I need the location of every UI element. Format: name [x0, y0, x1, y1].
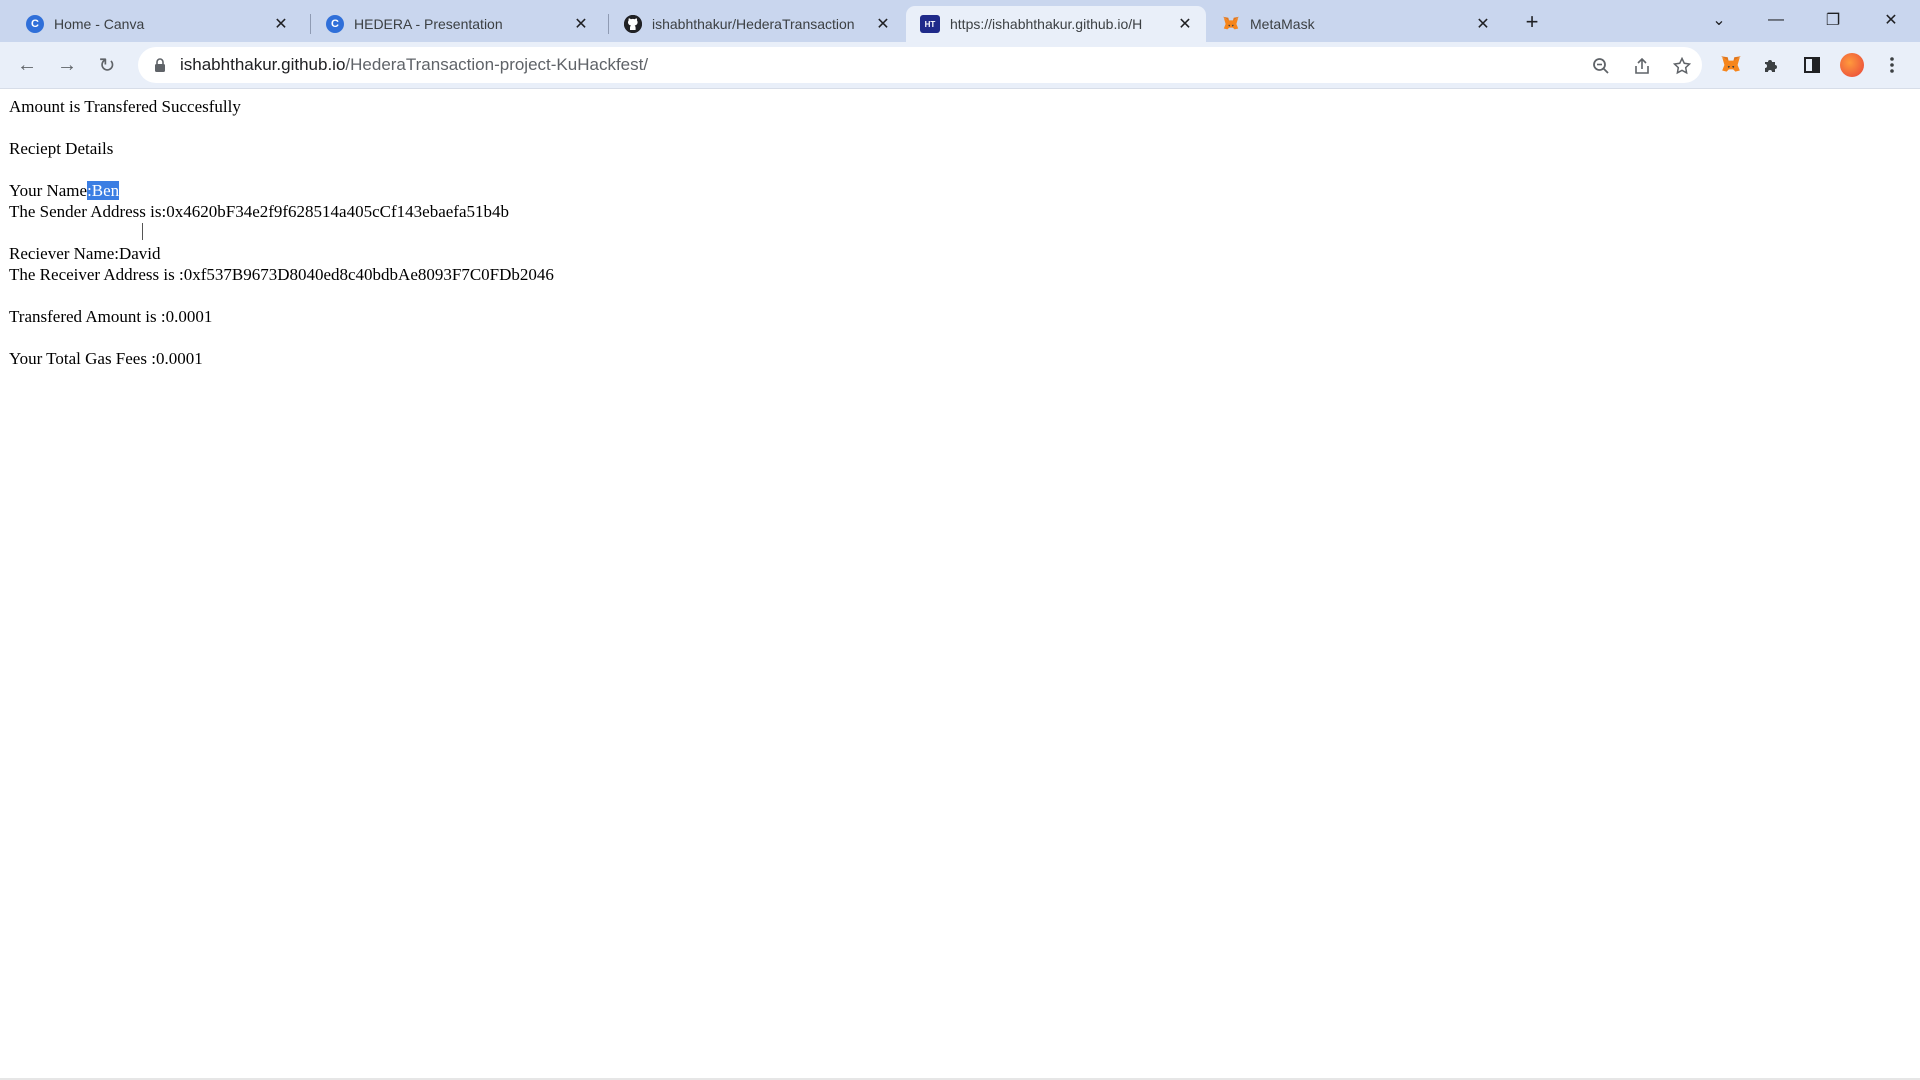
receiver-name-line: Reciever Name:David — [9, 243, 1889, 264]
text-cursor — [142, 223, 143, 240]
ht-icon: HT — [920, 15, 940, 33]
lock-icon[interactable] — [152, 57, 168, 73]
tab-home-canva[interactable]: C Home - Canva ✕ — [12, 6, 302, 42]
tab-title: HEDERA - Presentation — [354, 16, 503, 32]
your-name-line: Your Name:Ben — [9, 180, 1889, 201]
side-panel-icon[interactable] — [1800, 53, 1824, 77]
tab-strip: C Home - Canva ✕ C HEDERA - Presentation… — [0, 0, 1920, 42]
close-window-button[interactable]: ✕ — [1868, 0, 1914, 40]
url-host: ishabhthakur.github.io — [180, 55, 346, 74]
receiver-address-line: The Receiver Address is :0xf537B9673D804… — [9, 264, 1889, 285]
tab-search-chevron-icon[interactable]: ⌄ — [1696, 0, 1742, 40]
restore-button[interactable]: ❐ — [1810, 0, 1856, 40]
back-button[interactable]: ← — [13, 51, 41, 79]
zoom-icon[interactable] — [1590, 55, 1612, 77]
amount-label: Transfered Amount is : — [9, 307, 166, 326]
minimize-button[interactable]: — — [1753, 0, 1799, 40]
bookmark-star-icon[interactable] — [1671, 55, 1693, 77]
your-name-label: Your Name — [9, 181, 88, 200]
metamask-extension-icon[interactable] — [1719, 53, 1743, 77]
receipt-heading: Reciept Details — [9, 139, 114, 158]
tab-close-icon[interactable]: ✕ — [874, 15, 892, 33]
tab-title: Home - Canva — [54, 16, 145, 32]
url-text[interactable]: ishabhthakur.github.io/HederaTransaction… — [180, 55, 648, 75]
sender-address-label: The Sender Address is: — [9, 202, 167, 221]
amount-value: 0.0001 — [165, 307, 213, 326]
github-icon — [624, 15, 642, 33]
receiver-name-label: Reciever Name: — [9, 244, 119, 263]
canva-icon: C — [26, 15, 44, 33]
canva-icon: C — [326, 15, 344, 33]
receiver-address-value: 0xf537B9673D8040ed8c40bdbAe8093F7C0FDb20… — [183, 265, 554, 284]
tab-close-icon[interactable]: ✕ — [1176, 15, 1194, 33]
tab-metamask[interactable]: MetaMask ✕ — [1208, 6, 1504, 42]
gas-fees-value: 0.0001 — [155, 349, 203, 368]
sender-address-value: 0x4620bF34e2f9f628514a405cCf143ebaefa51b… — [166, 202, 509, 221]
receiver-name-value: David — [118, 244, 161, 263]
tab-hedera-presentation[interactable]: C HEDERA - Presentation ✕ — [312, 6, 602, 42]
extensions-puzzle-icon[interactable] — [1760, 53, 1784, 77]
profile-avatar[interactable] — [1840, 53, 1864, 77]
your-name-value: :Ben — [87, 181, 120, 200]
tab-title: https://ishabhthakur.github.io/H — [950, 16, 1143, 32]
tab-github-repo[interactable]: ishabhthakur/HederaTransaction ✕ — [610, 6, 904, 42]
transfered-amount-line: Transfered Amount is :0.0001 — [9, 306, 1889, 327]
page-content: Amount is Transfered Succesfully Reciept… — [9, 96, 1889, 369]
address-bar[interactable]: ishabhthakur.github.io/HederaTransaction… — [138, 47, 1702, 83]
tab-active-receipt[interactable]: HT https://ishabhthakur.github.io/H ✕ — [906, 6, 1206, 42]
new-tab-button[interactable]: + — [1518, 8, 1546, 36]
gas-fees-label: Your Total Gas Fees : — [9, 349, 156, 368]
url-path: /HederaTransaction-project-KuHackfest/ — [345, 55, 649, 74]
metamask-icon — [1222, 15, 1240, 33]
browser-toolbar: ← → ↻ ishabhthakur.github.io/HederaTrans… — [0, 42, 1920, 89]
tab-close-icon[interactable]: ✕ — [572, 15, 590, 33]
forward-button[interactable]: → — [53, 51, 81, 79]
reload-button[interactable]: ↻ — [93, 51, 121, 79]
tab-title: ishabhthakur/HederaTransaction — [652, 16, 855, 32]
status-message: Amount is Transfered Succesfully — [9, 97, 241, 116]
gas-fees-line: Your Total Gas Fees :0.0001 — [9, 348, 1889, 369]
sender-address-line: The Sender Address is:0x4620bF34e2f9f628… — [9, 201, 1889, 222]
tab-close-icon[interactable]: ✕ — [272, 15, 290, 33]
tab-close-icon[interactable]: ✕ — [1474, 15, 1492, 33]
menu-kebab-icon[interactable] — [1880, 53, 1904, 77]
tab-separator — [608, 14, 609, 34]
share-icon[interactable] — [1631, 55, 1653, 77]
tab-title: MetaMask — [1250, 16, 1315, 32]
receiver-address-label: The Receiver Address is : — [9, 265, 184, 284]
tab-separator — [310, 14, 311, 34]
avatar — [1840, 53, 1864, 77]
